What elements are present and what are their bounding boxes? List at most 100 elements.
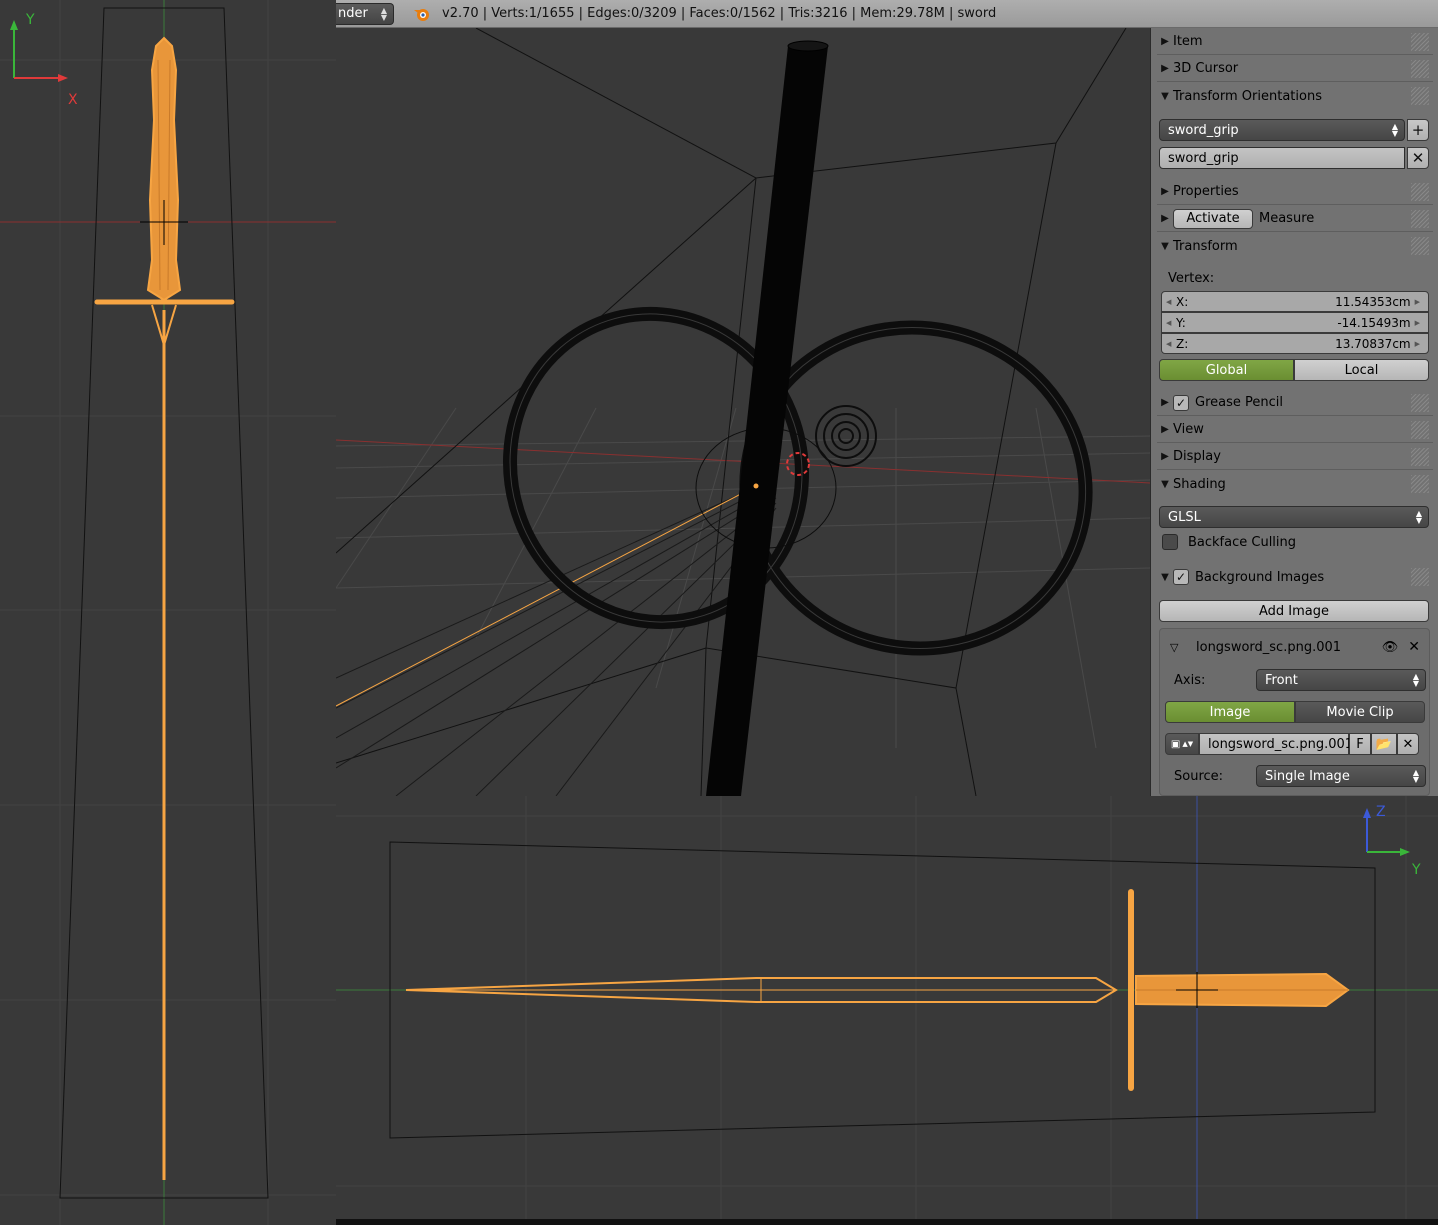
- global-toggle[interactable]: Global: [1159, 359, 1294, 381]
- bg-image-name: longsword_sc.png.001: [1196, 639, 1342, 655]
- section-properties[interactable]: ▶ Properties: [1157, 179, 1433, 205]
- vertex-x-value: 11.54353cm: [1335, 294, 1411, 309]
- section-item[interactable]: ▶ Item: [1157, 29, 1433, 55]
- open-file-button[interactable]: 📂: [1371, 733, 1397, 755]
- section-measure-title: Measure: [1259, 211, 1315, 226]
- collapse-triangle-icon: ▼: [1161, 240, 1169, 252]
- drag-grip-icon[interactable]: [1411, 237, 1429, 255]
- vertex-y-value: -14.15493m: [1337, 315, 1411, 330]
- drag-grip-icon[interactable]: [1411, 475, 1429, 493]
- drag-grip-icon[interactable]: [1411, 87, 1429, 105]
- section-view-title: View: [1173, 422, 1204, 437]
- section-shading[interactable]: ▼ Shading: [1157, 471, 1433, 497]
- add-orientation-button[interactable]: +: [1407, 119, 1429, 141]
- grease-pencil-checkbox[interactable]: ✓: [1173, 394, 1189, 411]
- viewport-header: nder ▲ ▼ v2.70 | Verts:1/1655 | Edges:0/3…: [336, 0, 1438, 28]
- gizmo-x-arrow: [58, 74, 68, 82]
- axis-select[interactable]: Front ▲ ▼: [1256, 669, 1426, 691]
- add-image-button[interactable]: Add Image: [1159, 600, 1429, 622]
- plus-icon: +: [1411, 121, 1425, 139]
- vertex-x-field[interactable]: ◀ X: 11.54353cm ▶: [1161, 291, 1429, 312]
- close-icon[interactable]: ✕: [1408, 639, 1420, 655]
- background-image-box: ▽ longsword_sc.png.001 👁 ✕ Axis: Front ▲…: [1159, 628, 1430, 796]
- folder-icon: 📂: [1375, 736, 1393, 752]
- section-shading-title: Shading: [1173, 476, 1226, 492]
- image-icon: ▣: [1170, 738, 1181, 750]
- section-measure[interactable]: ▶ Activate Measure: [1157, 206, 1433, 232]
- section-3d-cursor[interactable]: ▶ 3D Cursor: [1157, 56, 1433, 82]
- drag-grip-icon[interactable]: [1411, 394, 1429, 412]
- shading-mode-value: GLSL: [1168, 509, 1201, 525]
- backface-culling-row[interactable]: Backface Culling: [1162, 534, 1296, 550]
- section-transform-orientations[interactable]: ▼ Transform Orientations: [1157, 83, 1433, 109]
- side-viewport[interactable]: Z Y: [336, 796, 1438, 1225]
- drag-grip-icon[interactable]: [1411, 421, 1429, 439]
- backface-culling-label: Backface Culling: [1188, 534, 1297, 550]
- fake-user-button[interactable]: F: [1349, 733, 1371, 755]
- properties-panel: ▶ Item ▶ 3D Cursor ▼ Transform Orientati…: [1150, 28, 1438, 796]
- top-view-canvas: [0, 0, 336, 1225]
- gizmo-y-label: Y: [1412, 862, 1421, 878]
- backface-culling-checkbox[interactable]: [1162, 534, 1178, 550]
- scene-stats: v2.70 | Verts:1/1655 | Edges:0/3209 | Fa…: [442, 6, 997, 21]
- render-engine-select[interactable]: nder ▲ ▼: [336, 2, 394, 25]
- expand-triangle-icon: ▶: [1161, 424, 1169, 435]
- left-arrow-icon: ◀: [1166, 297, 1172, 306]
- drag-grip-icon[interactable]: [1411, 60, 1429, 78]
- orientation-name-value: sword_grip: [1168, 150, 1239, 166]
- activate-measure-button[interactable]: Activate: [1173, 208, 1253, 229]
- blade-wireframe: [336, 477, 777, 796]
- eye-icon[interactable]: 👁: [1382, 640, 1399, 655]
- image-name-field[interactable]: longsword_sc.png.001: [1199, 733, 1353, 755]
- drag-grip-icon[interactable]: [1411, 33, 1429, 51]
- expand-triangle-icon: ▶: [1161, 186, 1169, 197]
- image-browse-button[interactable]: ▣ ▲▼: [1165, 733, 1199, 755]
- vertex-z-field[interactable]: ◀ Z: 13.70837cm ▶: [1161, 333, 1429, 354]
- right-arrow-icon: ▶: [1414, 339, 1420, 348]
- bg-image-header[interactable]: ▽ longsword_sc.png.001 👁 ✕: [1170, 639, 1420, 655]
- axis-select-value: Front: [1265, 672, 1298, 688]
- section-view[interactable]: ▶ View: [1157, 417, 1433, 443]
- left-arrow-icon: ◀: [1166, 318, 1172, 327]
- background-images-checkbox[interactable]: ✓: [1173, 569, 1189, 585]
- expand-triangle-icon: ▶: [1161, 63, 1169, 74]
- axis-label: Axis:: [1174, 673, 1206, 688]
- vertex-y-field[interactable]: ◀ Y: -14.15493m ▶: [1161, 312, 1429, 333]
- pommel-coil: [815, 405, 877, 467]
- section-grease-pencil[interactable]: ▶ ✓ Grease Pencil: [1157, 390, 1433, 416]
- section-transform-title: Transform: [1173, 238, 1238, 254]
- image-tab[interactable]: Image: [1165, 701, 1295, 723]
- drag-grip-icon[interactable]: [1411, 183, 1429, 201]
- orientation-name-field[interactable]: sword_grip: [1159, 147, 1405, 169]
- gizmo-z-label: Z: [1376, 804, 1386, 820]
- source-select[interactable]: Single Image ▲ ▼: [1256, 765, 1426, 787]
- expand-triangle-icon: ▶: [1161, 397, 1169, 408]
- gizmo-z-arrow: [1363, 808, 1371, 818]
- section-transform[interactable]: ▼ Transform: [1157, 233, 1433, 259]
- drag-grip-icon[interactable]: [1411, 448, 1429, 466]
- movie-clip-tab[interactable]: Movie Clip: [1295, 701, 1425, 723]
- section-background-images-title: Background Images: [1195, 569, 1325, 585]
- expand-triangle-icon: ▶: [1161, 36, 1169, 47]
- unlink-image-button[interactable]: ✕: [1397, 733, 1419, 755]
- local-toggle[interactable]: Local: [1294, 359, 1429, 381]
- section-3d-cursor-title: 3D Cursor: [1173, 61, 1239, 76]
- gizmo-y-arrow: [1400, 848, 1410, 856]
- perspective-viewport[interactable]: [336, 28, 1150, 796]
- orientation-select[interactable]: sword_grip ▲ ▼: [1159, 119, 1405, 141]
- drag-grip-icon[interactable]: [1411, 210, 1429, 228]
- updown-icon: ▲▼: [1412, 672, 1419, 688]
- shading-mode-select[interactable]: GLSL ▲ ▼: [1159, 506, 1429, 528]
- section-item-title: Item: [1173, 34, 1203, 49]
- top-viewport[interactable]: Y X: [0, 0, 336, 1225]
- side-view-canvas: [336, 796, 1438, 1225]
- drag-grip-icon[interactable]: [1411, 568, 1429, 586]
- section-display[interactable]: ▶ Display: [1157, 444, 1433, 470]
- expand-triangle-icon: ▶: [1161, 213, 1169, 224]
- vertex-x-label: X:: [1176, 294, 1189, 309]
- section-background-images[interactable]: ▼ ✓ Background Images: [1157, 564, 1433, 590]
- orientation-select-value: sword_grip: [1168, 122, 1239, 138]
- delete-orientation-button[interactable]: ✕: [1407, 147, 1429, 169]
- collapse-triangle-icon: ▽: [1170, 640, 1179, 654]
- updown-icon: ▲▼: [1182, 740, 1194, 748]
